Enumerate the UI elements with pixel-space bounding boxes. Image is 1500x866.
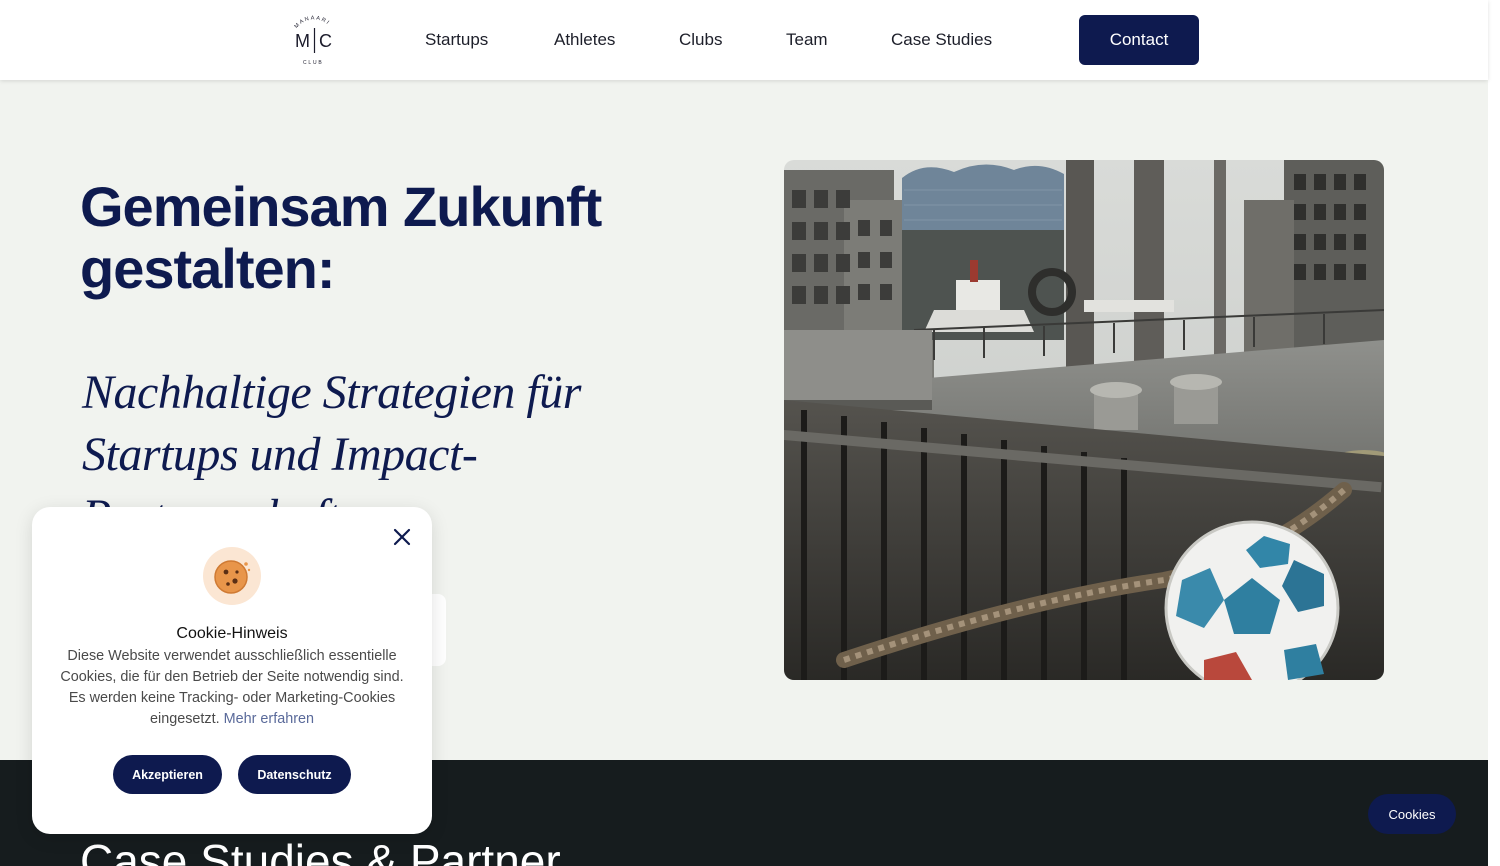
site-header: MANAARI M C CLUB Startups Athletes Clubs… <box>0 0 1488 80</box>
close-icon <box>393 528 411 546</box>
nav-link-startups[interactable]: Startups <box>425 29 488 51</box>
logo-initial-c: C <box>319 31 332 51</box>
logo-initial-m: M <box>295 31 310 51</box>
contact-button[interactable]: Contact <box>1079 15 1199 65</box>
scrollbar-track[interactable] <box>1488 0 1500 866</box>
accept-cookies-button[interactable]: Akzeptieren <box>113 755 222 794</box>
svg-text:MANAARI: MANAARI <box>294 15 332 29</box>
case-studies-heading: Case Studies & Partner <box>80 835 561 866</box>
privacy-policy-button[interactable]: Datenschutz <box>238 755 351 794</box>
logo-arc-top: MANAARI <box>294 15 330 29</box>
cookie-banner-title: Cookie-Hinweis <box>176 625 288 642</box>
nav-link-case-studies[interactable]: Case Studies <box>891 29 992 51</box>
more-info-link[interactable]: Mehr erfahren <box>224 711 314 727</box>
hero-title: Gemeinsam Zukunft gestalten: <box>80 175 602 300</box>
logo[interactable]: MANAARI M C CLUB <box>286 12 342 68</box>
cookies-settings-button[interactable]: Cookies <box>1368 794 1456 834</box>
logo-mark-icon: MANAARI M C CLUB <box>294 15 332 66</box>
cookie-icon <box>202 546 262 606</box>
nav-link-athletes[interactable]: Athletes <box>554 29 615 51</box>
hero-image <box>784 160 1384 680</box>
close-cookie-banner-button[interactable] <box>392 527 412 547</box>
nav-link-team[interactable]: Team <box>786 29 828 51</box>
cookie-banner: Cookie-Hinweis Diese Website verwendet a… <box>32 507 432 834</box>
harbor-football-illustration <box>784 160 1384 680</box>
logo-arc-bottom: CLUB <box>303 60 324 66</box>
nav-link-clubs[interactable]: Clubs <box>679 29 722 51</box>
cookie-banner-text: Diese Website verwendet ausschließlich e… <box>54 646 410 730</box>
